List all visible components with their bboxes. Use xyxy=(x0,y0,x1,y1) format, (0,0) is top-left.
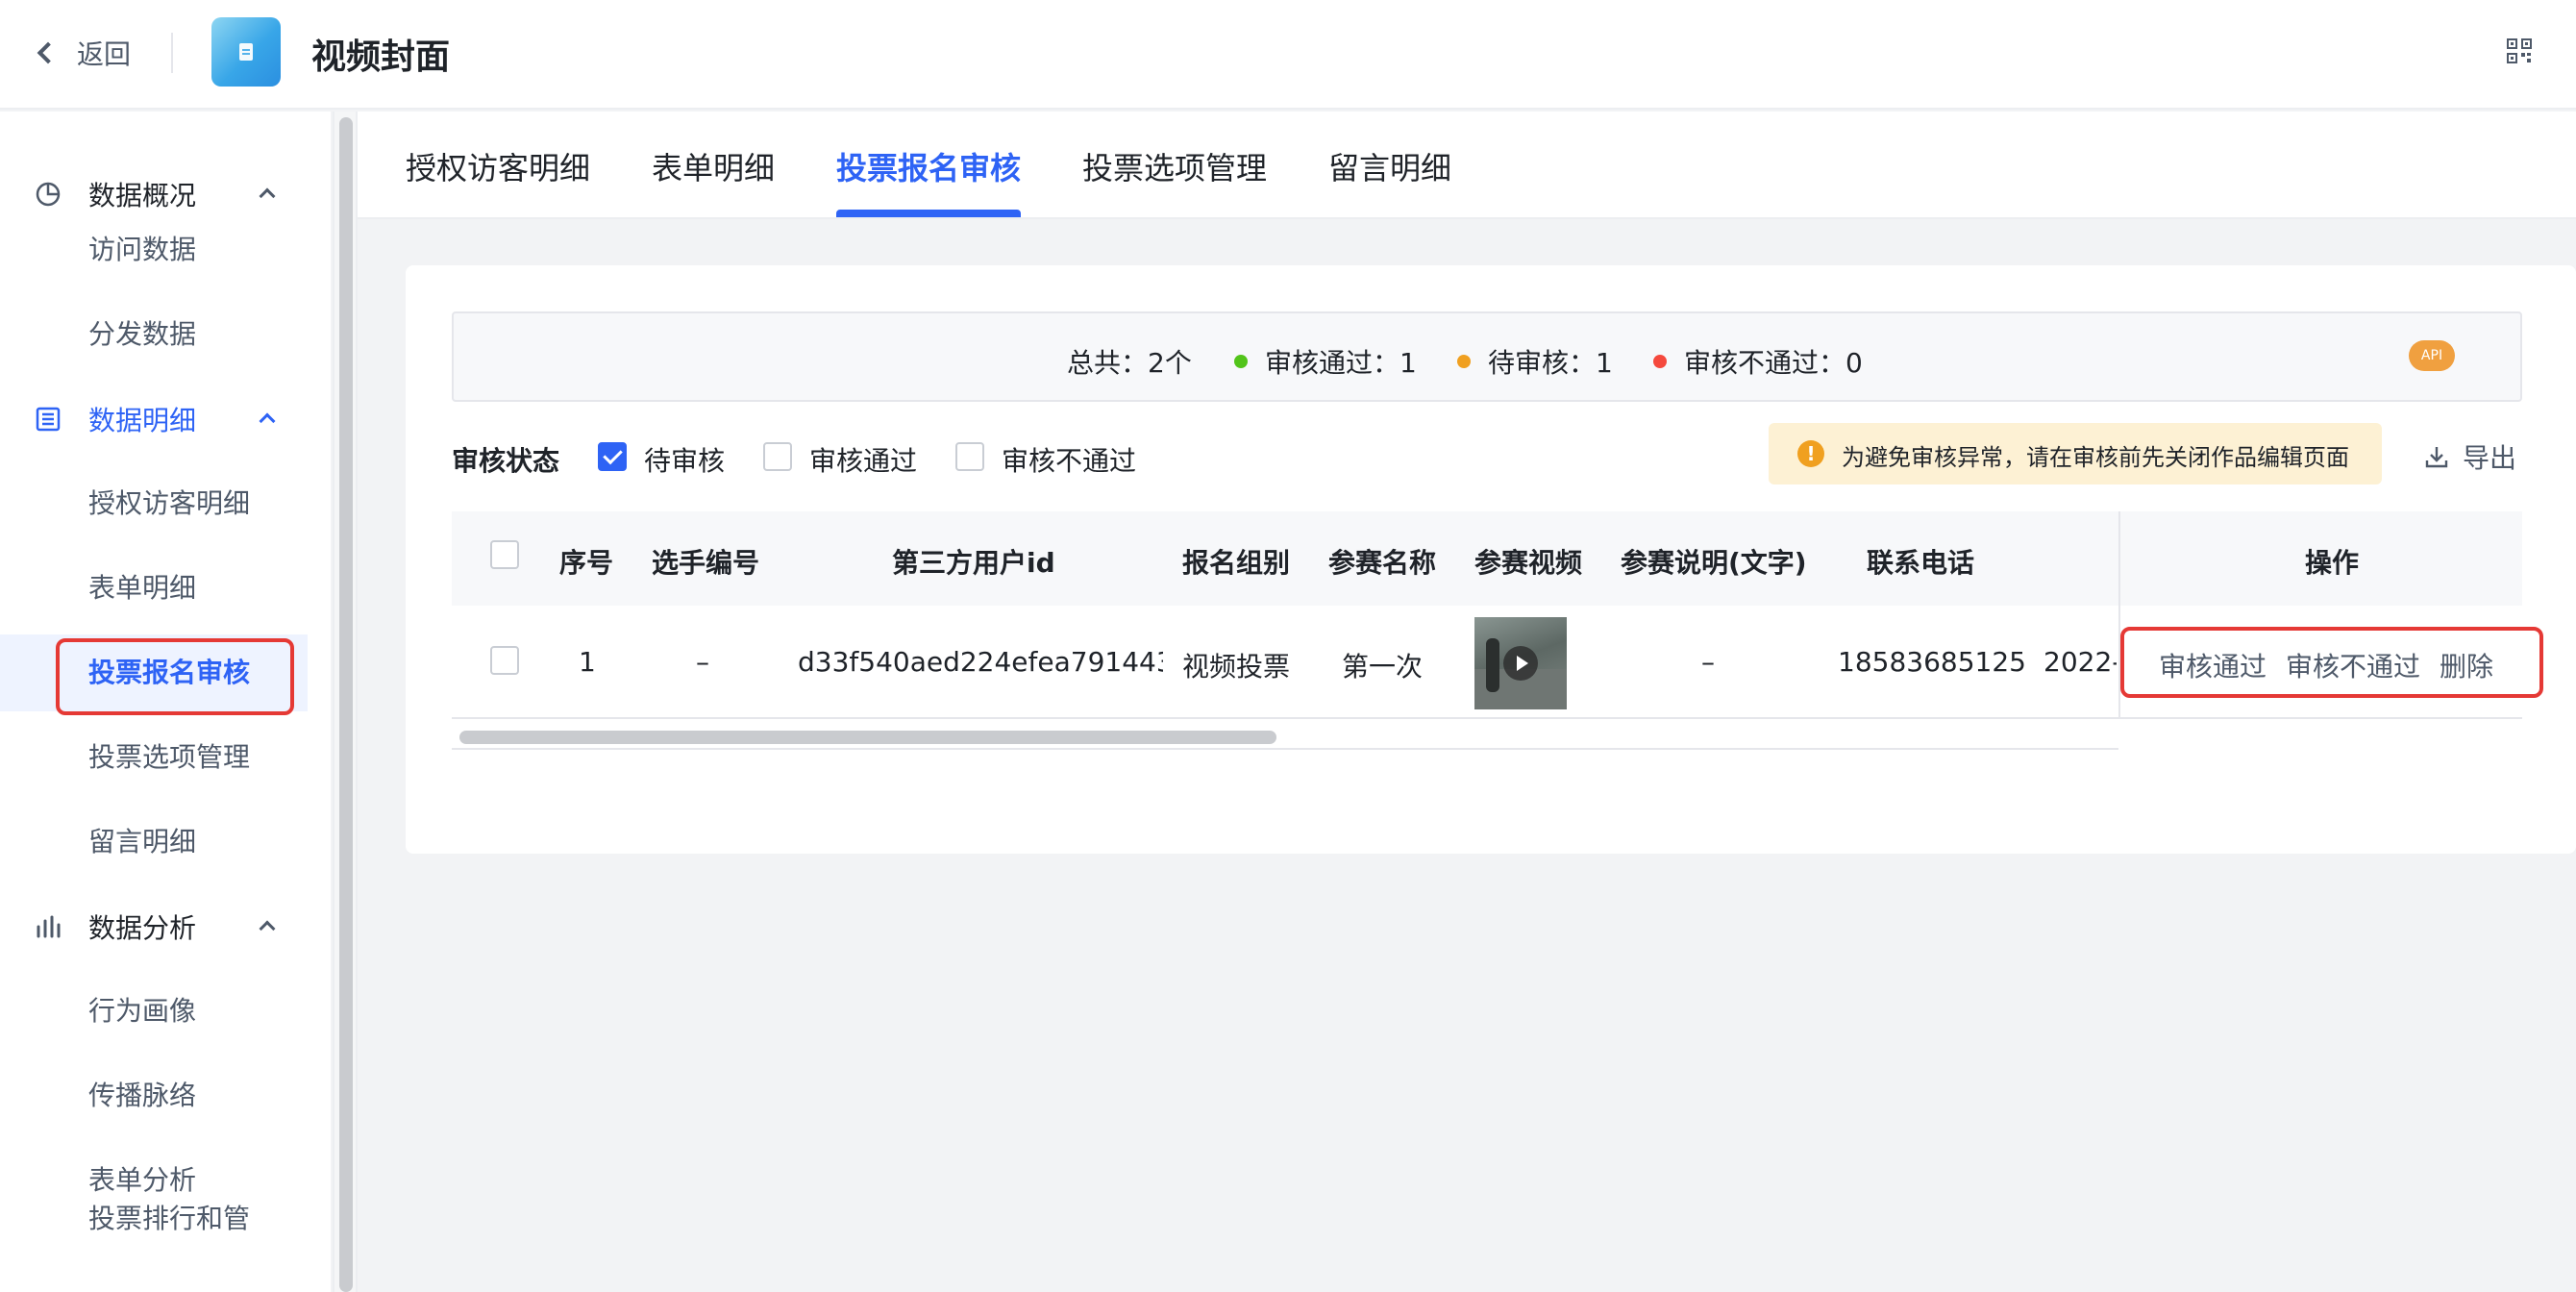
active-tab-indicator xyxy=(836,210,1021,217)
column-header: 参赛名称 xyxy=(1328,547,1437,579)
back-button[interactable]: 返回 xyxy=(35,31,131,75)
checkbox-pending-label[interactable]: 待审核 xyxy=(644,440,725,479)
sidebar-item-label: 投票排行和管 xyxy=(88,1203,251,1234)
sidebar-item-label: 投票选项管理 xyxy=(88,741,251,773)
column-header: 第三方用户id xyxy=(892,547,1055,579)
sidebar-item-propagation[interactable]: 传播脉络 xyxy=(0,1057,308,1134)
cell-entry-name: 第一次 xyxy=(1342,651,1424,683)
qr-code-icon[interactable] xyxy=(2507,38,2532,63)
column-header: 参赛说明(文字) xyxy=(1621,547,1807,579)
top-header: 返回 视频封面 xyxy=(0,0,2576,110)
stat-approved-text: 审核通过：1 xyxy=(1265,347,1417,379)
thumbnail-figure xyxy=(1486,638,1499,692)
sidebar-group-label: 数据明细 xyxy=(88,405,197,436)
app-icon xyxy=(211,17,281,87)
chevron-up-icon xyxy=(259,187,276,205)
cell-index: 1 xyxy=(579,646,596,678)
download-icon xyxy=(2425,447,2448,468)
stat-rejected-text: 审核不通过：0 xyxy=(1684,347,1863,379)
tab-vote-signup-review[interactable]: 投票报名审核 xyxy=(836,144,1021,188)
stat-pending: 待审核：1 xyxy=(1457,342,1613,381)
status-dot-pending xyxy=(1457,355,1471,368)
highlight-annotation xyxy=(56,638,294,715)
sidebar-item-vote-ranking[interactable]: 投票排行和管 xyxy=(0,1180,308,1257)
checkbox-approved-label[interactable]: 审核通过 xyxy=(809,440,917,479)
play-icon[interactable] xyxy=(1503,646,1538,681)
page-title: 视频封面 xyxy=(311,37,451,77)
column-header: 报名组别 xyxy=(1182,547,1291,579)
sidebar-item-label: 授权访客明细 xyxy=(88,487,251,519)
cell-description: – xyxy=(1701,646,1715,678)
row-checkbox[interactable] xyxy=(490,646,519,675)
sidebar-item-label: 分发数据 xyxy=(88,318,197,350)
cell-date: 2022- xyxy=(2043,646,2117,678)
scrollbar-thumb[interactable] xyxy=(459,731,1276,744)
sidebar-divider xyxy=(356,112,358,1292)
select-all-checkbox[interactable] xyxy=(490,540,519,569)
checkbox-pending[interactable] xyxy=(598,442,627,471)
sidebar-item-vote-option-management[interactable]: 投票选项管理 xyxy=(0,719,308,796)
list-icon xyxy=(36,407,61,432)
tab-authorized-visitors[interactable]: 授权访客明细 xyxy=(406,144,590,188)
api-badge[interactable]: API xyxy=(2409,340,2455,371)
sidebar-item-distribution-data[interactable]: 分发数据 xyxy=(0,296,308,373)
cell-user-id: d33f540aed224efea791443f5 xyxy=(798,646,1163,678)
sidebar-group-label: 数据概况 xyxy=(88,180,197,211)
sidebar-item-visit-data[interactable]: 访问数据 xyxy=(0,211,308,288)
column-header: 序号 xyxy=(559,547,614,579)
sidebar-item-label: 传播脉络 xyxy=(88,1080,197,1111)
sidebar-item-label: 表单明细 xyxy=(88,572,197,604)
column-header: 联系电话 xyxy=(1867,547,1975,579)
export-button[interactable]: 导出 xyxy=(2424,438,2516,475)
document-icon xyxy=(239,43,253,61)
sidebar-group-label: 数据分析 xyxy=(88,912,197,944)
cell-group: 视频投票 xyxy=(1182,651,1291,683)
sidebar-group-details[interactable]: 数据明细 xyxy=(0,390,331,448)
sidebar-scrollbar[interactable] xyxy=(333,112,356,1292)
sidebar-item-form-details[interactable]: 表单明细 xyxy=(0,550,308,627)
chevron-left-icon xyxy=(37,41,60,64)
checkbox-approved[interactable] xyxy=(763,442,792,471)
warning-icon: ! xyxy=(1797,440,1824,467)
bar-chart-icon xyxy=(37,915,61,938)
stat-rejected: 审核不通过：0 xyxy=(1653,342,1863,381)
tab-message-details[interactable]: 留言明细 xyxy=(1328,144,1451,188)
checkbox-rejected[interactable] xyxy=(955,442,984,471)
sidebar-item-label: 访问数据 xyxy=(88,234,197,265)
video-thumbnail[interactable] xyxy=(1474,617,1567,709)
stat-pending-text: 待审核：1 xyxy=(1488,347,1613,379)
status-dot-approved xyxy=(1234,355,1248,368)
tab-bar: 授权访客明细 表单明细 投票报名审核 投票选项管理 留言明细 xyxy=(358,112,2576,219)
table-horizontal-scrollbar[interactable] xyxy=(452,723,2118,750)
sidebar-item-authorized-visitors[interactable]: 授权访客明细 xyxy=(0,465,308,542)
tab-vote-option-management[interactable]: 投票选项管理 xyxy=(1082,144,1267,188)
chevron-up-icon xyxy=(259,412,276,430)
scrollbar-thumb[interactable] xyxy=(339,117,353,1292)
header-divider xyxy=(171,33,173,73)
checkbox-rejected-label[interactable]: 审核不通过 xyxy=(1002,440,1136,479)
highlight-annotation xyxy=(2120,627,2543,698)
sidebar-item-message-details[interactable]: 留言明细 xyxy=(0,804,308,881)
sidebar-item-label: 留言明细 xyxy=(88,826,197,857)
status-dot-rejected xyxy=(1653,355,1667,368)
chevron-up-icon xyxy=(259,920,276,937)
notice-text: 为避免审核异常，请在审核前先关闭作品编辑页面 xyxy=(1842,444,2349,471)
column-header: 选手编号 xyxy=(652,547,760,579)
column-header: 参赛视频 xyxy=(1474,547,1583,579)
cell-phone: 18583685125 xyxy=(1838,646,2026,678)
pie-chart-icon xyxy=(36,182,61,207)
stat-total: 总共：2个 xyxy=(1067,347,1192,379)
sidebar-group-analysis[interactable]: 数据分析 xyxy=(0,898,331,956)
export-label: 导出 xyxy=(2463,442,2517,474)
column-header: 操作 xyxy=(2305,547,2360,579)
stat-approved: 审核通过：1 xyxy=(1234,342,1417,381)
warning-notice: ! 为避免审核异常，请在审核前先关闭作品编辑页面 xyxy=(1769,423,2382,484)
filter-label: 审核状态 xyxy=(452,445,560,477)
stats-bar: 总共：2个 审核通过：1 待审核：1 审核不通过：0 xyxy=(452,311,2522,402)
sidebar-item-behavior-profile[interactable]: 行为画像 xyxy=(0,973,308,1050)
sidebar-item-label: 行为画像 xyxy=(88,995,197,1027)
tab-form-details[interactable]: 表单明细 xyxy=(652,144,775,188)
back-label: 返回 xyxy=(77,38,132,70)
cell-player-no: – xyxy=(696,646,709,678)
